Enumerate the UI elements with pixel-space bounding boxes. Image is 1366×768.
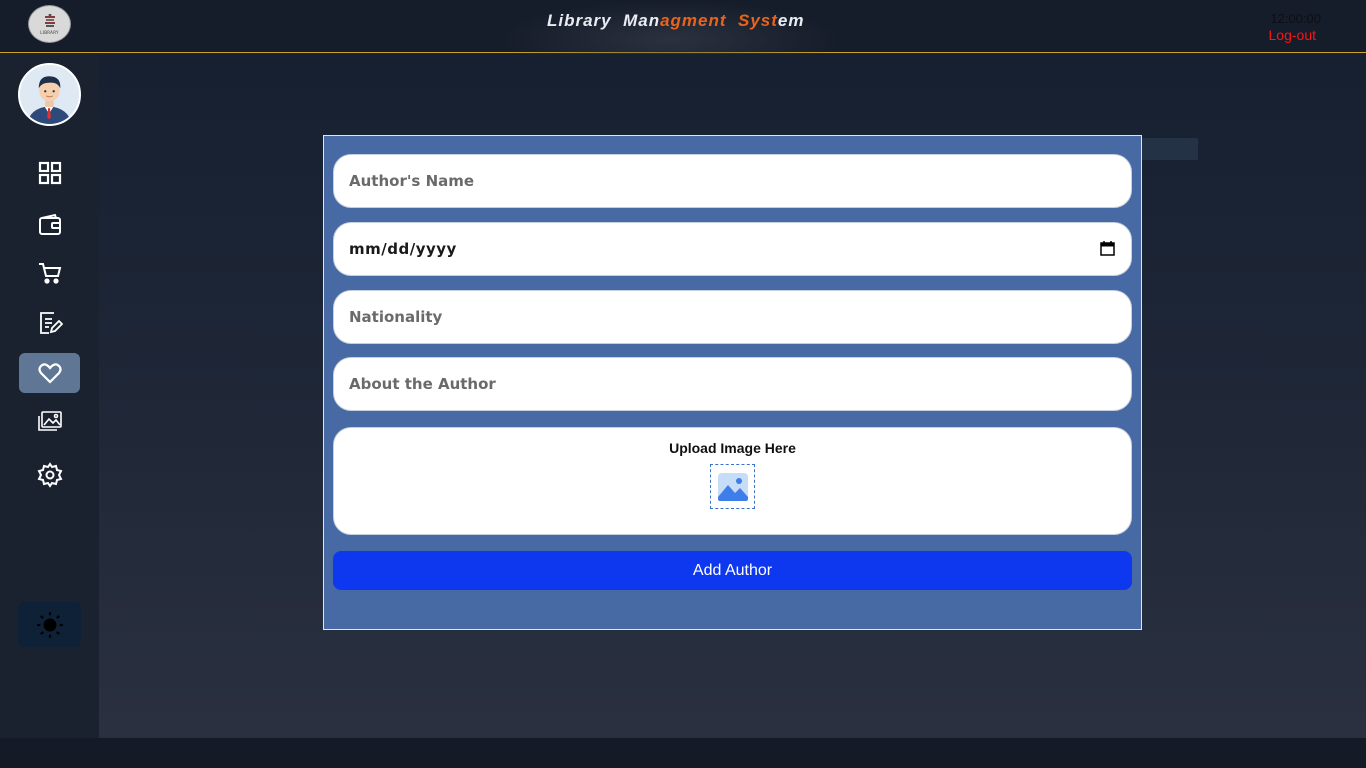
about-author-placeholder: About the Author: [349, 375, 496, 393]
avatar[interactable]: [18, 63, 81, 126]
title-part-3: e: [777, 11, 789, 30]
title-part-1: Library Man: [547, 11, 661, 30]
theme-toggle-button[interactable]: [18, 602, 81, 647]
dashboard-grid-icon: [38, 161, 61, 185]
wallet-icon: [38, 213, 61, 235]
date-value: mm/dd/yyyy: [349, 240, 457, 258]
edit-document-icon: [39, 312, 63, 334]
title-part-4: m: [788, 11, 805, 30]
add-author-button[interactable]: Add Author: [333, 551, 1132, 590]
title-part-2: agment Syst: [660, 11, 778, 30]
nationality-placeholder: Nationality: [349, 308, 443, 326]
clock: 12:00:00: [1270, 11, 1321, 26]
image-placeholder-icon: [717, 472, 748, 501]
sidebar: [0, 54, 99, 738]
nav-dashboard[interactable]: [19, 153, 80, 193]
user-avatar-icon: [20, 65, 79, 124]
nav-favorites[interactable]: [19, 353, 80, 393]
sun-icon: [36, 611, 63, 638]
author-name-placeholder: Author's Name: [349, 172, 475, 190]
gallery-icon: [37, 411, 62, 431]
date-of-birth-input[interactable]: mm/dd/yyyy: [333, 222, 1132, 276]
top-header: LIBRARY Library Managment System 12:00:0…: [0, 0, 1366, 80]
nav-settings[interactable]: [19, 455, 80, 495]
logo-text: LIBRARY: [40, 29, 59, 35]
bottom-bar: [0, 738, 1366, 768]
calendar-icon[interactable]: [1100, 241, 1115, 256]
nationality-input[interactable]: Nationality: [333, 290, 1132, 344]
nav-cart[interactable]: [19, 253, 80, 293]
cart-icon: [38, 263, 61, 284]
nav-edit-records[interactable]: [19, 303, 80, 343]
app-title: Library Managment System: [547, 11, 805, 31]
nav-gallery[interactable]: [19, 401, 80, 441]
image-upload-area[interactable]: Upload Image Here: [333, 427, 1132, 535]
nav-wallet[interactable]: [19, 205, 80, 245]
gear-icon: [37, 462, 62, 488]
add-author-form: Author's Name mm/dd/yyyy Nationality Abo…: [323, 135, 1142, 630]
heart-icon: [37, 363, 62, 384]
about-author-input[interactable]: About the Author: [333, 357, 1132, 411]
logout-link[interactable]: Log-out: [1269, 27, 1316, 43]
library-logo: LIBRARY: [28, 5, 71, 43]
author-name-input[interactable]: Author's Name: [333, 154, 1132, 208]
upload-label: Upload Image Here: [669, 440, 796, 456]
books-icon: [44, 13, 55, 27]
upload-image-button[interactable]: [710, 464, 755, 509]
